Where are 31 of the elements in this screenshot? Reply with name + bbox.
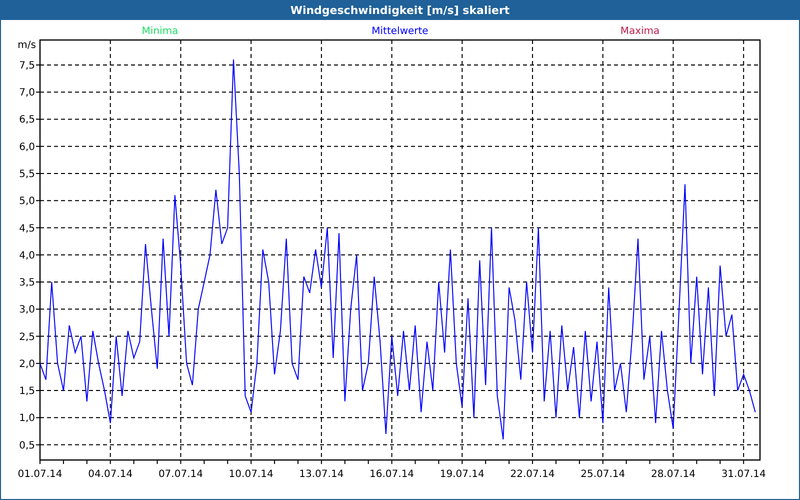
x-axis-label: 25.07.14: [580, 469, 626, 480]
legend-label: Minima: [142, 26, 178, 37]
y-axis-label: 2,0: [19, 358, 35, 370]
x-axis-label: 16.07.14: [370, 469, 414, 480]
y-axis-label: 1,5: [19, 386, 35, 398]
x-axis-label: 07.07.14: [158, 469, 203, 480]
x-axis-label: 13.07.14: [299, 469, 344, 480]
x-axis-label: 19.07.14: [440, 469, 484, 480]
y-axis-unit: m/s: [18, 40, 36, 51]
y-axis-label: 7,5: [19, 60, 35, 72]
x-axis-label: 01.07.14: [18, 469, 62, 480]
y-axis-label: 3,5: [19, 278, 35, 289]
y-axis-label: 4,0: [19, 250, 35, 262]
y-axis-label: 6,5: [19, 114, 35, 126]
window-title: Windgeschwindigkeit [m/s] skaliert: [0, 0, 800, 20]
y-axis-label: 5,5: [19, 169, 35, 180]
legend-label: Mittelwerte: [372, 26, 428, 37]
y-axis-label: 3,0: [19, 304, 35, 316]
legend-label: Maxima: [620, 26, 660, 37]
y-axis-label: 7,0: [19, 88, 35, 99]
x-axis-label: 10.07.14: [228, 469, 274, 480]
y-axis-label: 6,0: [19, 142, 35, 153]
y-axis-label: 5,0: [19, 196, 35, 208]
x-axis-label: 22.07.14: [510, 469, 555, 480]
y-axis-label: 0,5: [19, 440, 35, 452]
y-axis-label: 2,5: [19, 332, 35, 343]
y-axis-label: 4,5: [19, 223, 35, 234]
x-axis-label: 04.07.14: [88, 469, 133, 480]
y-axis-label: 1,0: [19, 413, 35, 424]
x-axis-label: 31.07.14: [721, 469, 766, 480]
x-axis-label: 28.07.14: [650, 469, 696, 480]
